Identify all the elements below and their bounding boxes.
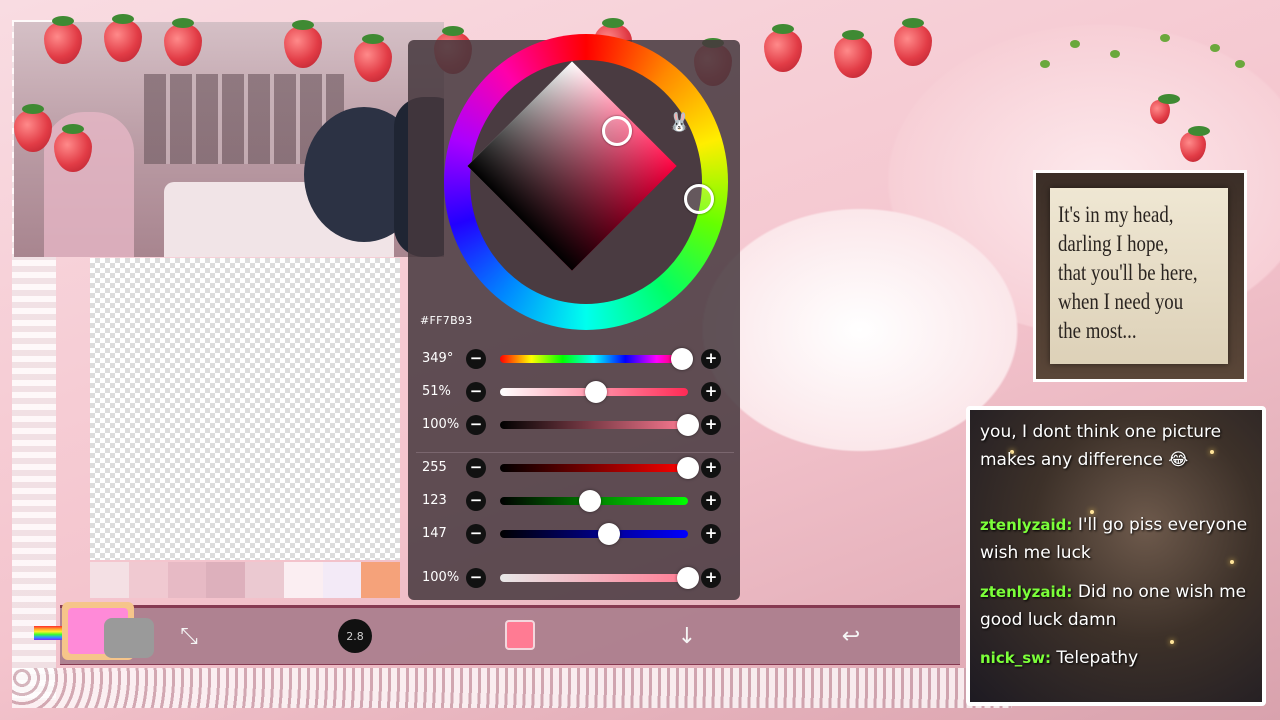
strawberry-icon xyxy=(1150,94,1180,124)
green-slider-thumb[interactable] xyxy=(579,490,601,512)
nyan-cat-head xyxy=(104,618,154,658)
undo-arrow-icon[interactable]: ↩ xyxy=(836,620,866,652)
webcam-lamp xyxy=(44,112,134,257)
green-slider-increment-button[interactable]: + xyxy=(701,491,721,511)
chat-username[interactable]: ztenlyzaid: xyxy=(980,516,1072,534)
leaf-icon xyxy=(1110,50,1120,58)
leaf-icon xyxy=(1235,60,1245,68)
red-slider-value[interactable]: 255 xyxy=(422,460,462,475)
saturation-slider-increment-button[interactable]: + xyxy=(701,382,721,402)
palette-swatch[interactable] xyxy=(128,562,168,598)
hue-slider-decrement-button[interactable]: − xyxy=(466,349,486,369)
vine-decoration xyxy=(1020,20,1260,162)
leaf-icon xyxy=(1040,60,1050,68)
palette-swatch[interactable] xyxy=(245,562,284,598)
opacity-slider-thumb[interactable] xyxy=(677,567,699,589)
opacity-slider-track[interactable] xyxy=(500,574,688,582)
brush-size-button[interactable]: 2.8 xyxy=(338,619,372,653)
value-slider-row: 100% − + xyxy=(416,414,734,436)
slider-divider xyxy=(416,452,734,453)
hue-slider-track[interactable] xyxy=(500,355,688,363)
palette-swatch[interactable] xyxy=(322,562,362,598)
quote-line: darling I hope, xyxy=(1058,231,1169,256)
blue-slider-decrement-button[interactable]: − xyxy=(466,524,486,544)
lace-frame-bottom xyxy=(12,668,1012,708)
arrow-down-icon[interactable]: ↓ xyxy=(672,620,702,652)
chat-username[interactable]: nick_sw: xyxy=(980,649,1051,667)
chat-message: ztenlyzaid: Did no one wish me good luck… xyxy=(980,578,1260,634)
opacity-slider-increment-button[interactable]: + xyxy=(701,568,721,588)
value-slider-decrement-button[interactable]: − xyxy=(466,415,486,435)
palette-swatch[interactable] xyxy=(206,562,245,598)
opacity-slider-decrement-button[interactable]: − xyxy=(466,568,486,588)
chat-panel: you, I dont think one picture makes any … xyxy=(966,406,1266,706)
nyan-rainbow xyxy=(34,626,64,640)
value-slider-value[interactable]: 100% xyxy=(422,417,462,432)
opacity-slider-value[interactable]: 100% xyxy=(422,570,462,585)
red-slider-increment-button[interactable]: + xyxy=(701,458,721,478)
hue-slider-increment-button[interactable]: + xyxy=(701,349,721,369)
green-slider-decrement-button[interactable]: − xyxy=(466,491,486,511)
leaf-icon xyxy=(1160,34,1170,42)
palette-swatch[interactable] xyxy=(167,562,207,598)
chat-message: nick_sw: Telepathy xyxy=(980,644,1260,672)
quote-line: the most... xyxy=(1058,318,1137,343)
chat-message-text: Telepathy xyxy=(1056,648,1139,668)
chat-message-text: you, I dont think one picture makes any … xyxy=(980,422,1222,470)
palette-swatch[interactable] xyxy=(283,562,323,598)
hue-slider-thumb[interactable] xyxy=(671,348,693,370)
palette-swatch[interactable] xyxy=(361,562,400,598)
quote-line: that you'll be here, xyxy=(1058,260,1198,285)
quote-text: It's in my head, darling I hope, that yo… xyxy=(1058,200,1226,345)
red-slider-thumb[interactable] xyxy=(677,457,699,479)
red-slider-decrement-button[interactable]: − xyxy=(466,458,486,478)
value-slider-track[interactable] xyxy=(500,421,688,429)
chat-message: ztenlyzaid: I'll go piss everyone wish m… xyxy=(980,511,1260,567)
quote-line: It's in my head, xyxy=(1058,202,1174,227)
sv-picker-handle[interactable] xyxy=(602,116,632,146)
layer-preview-canvas[interactable] xyxy=(90,258,400,560)
red-slider-track[interactable] xyxy=(500,464,688,472)
hex-value[interactable]: #FF7B93 xyxy=(420,314,473,327)
saturation-slider-decrement-button[interactable]: − xyxy=(466,382,486,402)
leaf-icon xyxy=(1070,40,1080,48)
current-color-button[interactable] xyxy=(505,620,535,650)
transform-icon[interactable]: ⤡ xyxy=(172,620,206,652)
opacity-slider-row: 100% − + xyxy=(416,567,734,589)
chat-message: you, I dont think one picture makes any … xyxy=(980,418,1260,474)
leaf-icon xyxy=(1210,44,1220,52)
quote-line: when I need you xyxy=(1058,289,1184,314)
value-slider-increment-button[interactable]: + xyxy=(701,415,721,435)
bunny-cursor-icon: 🐰 xyxy=(668,112,691,133)
blue-slider-row: 147− + xyxy=(416,523,734,545)
color-palette xyxy=(90,562,400,598)
blue-slider-value[interactable]: 147 xyxy=(422,526,462,541)
blue-slider-thumb[interactable] xyxy=(598,523,620,545)
nyan-cat-sticker xyxy=(34,598,154,668)
saturation-slider-row: 51% − + xyxy=(416,381,734,403)
hue-slider-row: 349° − + xyxy=(416,348,734,370)
webcam-feed xyxy=(14,22,444,257)
blue-slider-increment-button[interactable]: + xyxy=(701,524,721,544)
palette-swatch[interactable] xyxy=(90,562,129,598)
saturation-slider-thumb[interactable] xyxy=(585,381,607,403)
hue-slider-value[interactable]: 349° xyxy=(422,351,462,366)
chat-username[interactable]: ztenlyzaid: xyxy=(980,583,1072,601)
green-slider-value[interactable]: 123 xyxy=(422,493,462,508)
hue-picker-handle[interactable] xyxy=(684,184,714,214)
blue-slider-track[interactable] xyxy=(500,530,688,538)
value-slider-thumb[interactable] xyxy=(677,414,699,436)
green-slider-row: 123− + xyxy=(416,490,734,512)
saturation-slider-value[interactable]: 51% xyxy=(422,384,462,399)
red-slider-row: 255− + xyxy=(416,457,734,479)
